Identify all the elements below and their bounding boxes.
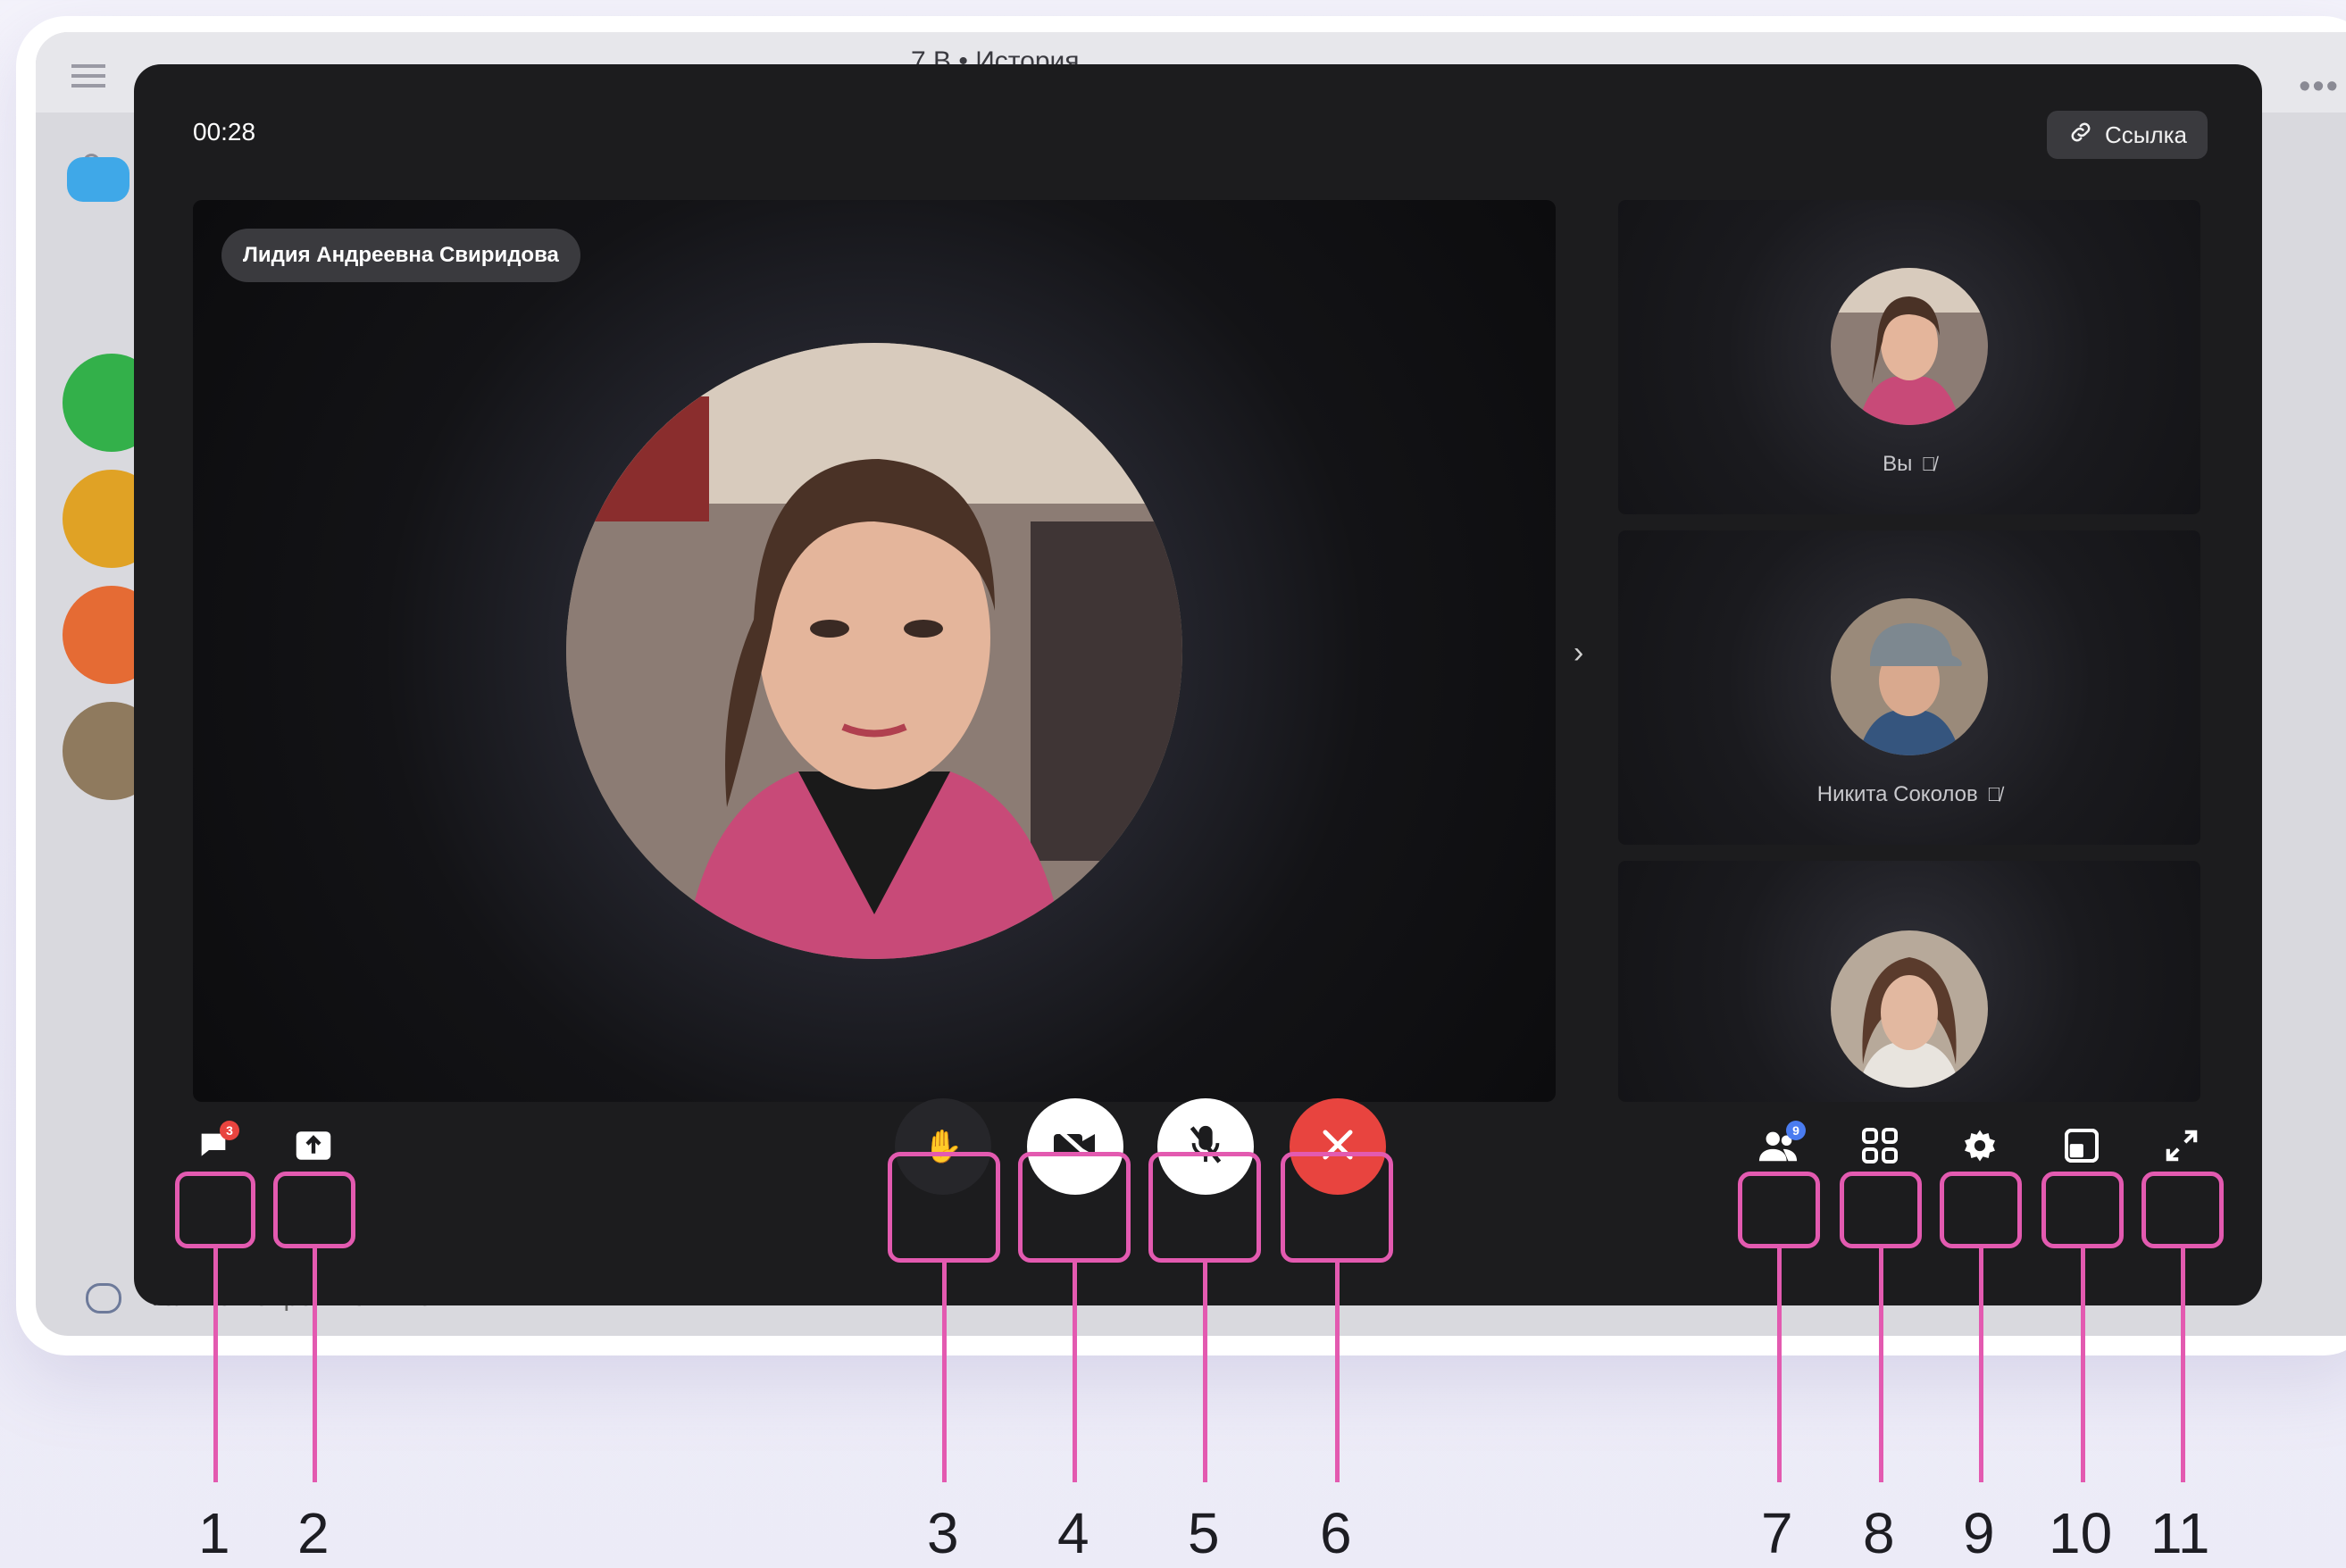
participants-badge: 9 xyxy=(1786,1120,1806,1140)
callout-line xyxy=(213,1248,218,1482)
highlight-box-2 xyxy=(273,1172,355,1248)
callout-line xyxy=(1777,1248,1782,1482)
callout-line xyxy=(2081,1248,2085,1482)
call-timer: 00:28 xyxy=(193,118,256,146)
callout-number: 4 xyxy=(1057,1501,1090,1565)
participant-name: Никита Соколов 🎙̸ xyxy=(1618,782,2200,807)
highlight-box-9 xyxy=(1940,1172,2022,1248)
speaker-name-tag: Лидия Андреевна Свиридова xyxy=(221,229,580,282)
participant-name: Вы 🎙̸ xyxy=(1618,452,2200,477)
pip-icon xyxy=(2064,1128,2100,1167)
callout-number: 9 xyxy=(1963,1501,1995,1565)
link-icon xyxy=(2067,119,2094,152)
highlight-box-1 xyxy=(175,1172,255,1248)
participant-avatar xyxy=(1831,930,1988,1088)
link-label: Ссылка xyxy=(2104,121,2188,148)
callout-number: 11 xyxy=(2150,1501,2210,1565)
gear-icon xyxy=(1961,1127,1999,1169)
participant-tile[interactable]: Вы 🎙̸ xyxy=(1618,200,2200,514)
highlight-box-4 xyxy=(1018,1152,1131,1263)
copy-link-button[interactable]: Ссылка xyxy=(2047,111,2208,159)
callout-line xyxy=(1979,1248,1983,1482)
more-icon[interactable]: ••• xyxy=(2299,68,2340,106)
speaker-avatar xyxy=(566,343,1182,959)
participants-icon: 9 xyxy=(1757,1120,1806,1168)
participant-tile[interactable] xyxy=(1618,861,2200,1102)
callout-line xyxy=(942,1263,947,1482)
callout-number: 6 xyxy=(1320,1501,1352,1565)
highlight-box-8 xyxy=(1840,1172,1922,1248)
callout-line xyxy=(1203,1263,1207,1482)
highlight-box-6 xyxy=(1281,1152,1393,1263)
menu-icon[interactable] xyxy=(71,64,105,88)
callout-line xyxy=(1073,1263,1077,1482)
highlight-box-7 xyxy=(1738,1172,1820,1248)
participant-name-text: Никита Соколов xyxy=(1816,782,1978,806)
callout-number: 10 xyxy=(2049,1501,2113,1565)
callout-number: 1 xyxy=(198,1501,230,1565)
share-screen-icon xyxy=(295,1130,332,1166)
highlight-box-3 xyxy=(888,1152,1000,1263)
avatar xyxy=(67,157,129,202)
highlight-box-5 xyxy=(1148,1152,1261,1263)
highlight-box-11 xyxy=(2141,1172,2224,1248)
highlight-box-10 xyxy=(2041,1172,2124,1248)
chat-bubble-icon xyxy=(86,1283,121,1314)
mic-off-icon: 🎙̸ xyxy=(1921,453,1936,475)
chat-badge: 3 xyxy=(220,1120,239,1140)
callout-number: 7 xyxy=(1761,1501,1793,1565)
participant-avatar xyxy=(1831,598,1988,755)
callout-number: 2 xyxy=(297,1501,330,1565)
chevron-right-icon[interactable]: › xyxy=(1574,636,1583,671)
callout-line xyxy=(2181,1248,2185,1482)
callout-line xyxy=(1335,1263,1340,1482)
main-video: Лидия Андреевна Свиридова xyxy=(193,200,1556,1102)
participant-avatar xyxy=(1831,268,1988,425)
participant-name-text: Вы xyxy=(1883,452,1913,476)
chat-icon: 3 xyxy=(195,1120,239,1168)
expand-icon xyxy=(2165,1129,2199,1167)
grid-icon xyxy=(1862,1127,1898,1168)
callout-line xyxy=(1879,1248,1883,1482)
callout-number: 8 xyxy=(1863,1501,1895,1565)
mic-off-icon: 🎙̸ xyxy=(1986,783,2002,805)
callout-line xyxy=(313,1248,317,1482)
participant-tile[interactable]: Никита Соколов 🎙̸ xyxy=(1618,530,2200,845)
callout-number: 3 xyxy=(927,1501,959,1565)
callout-number: 5 xyxy=(1188,1501,1220,1565)
